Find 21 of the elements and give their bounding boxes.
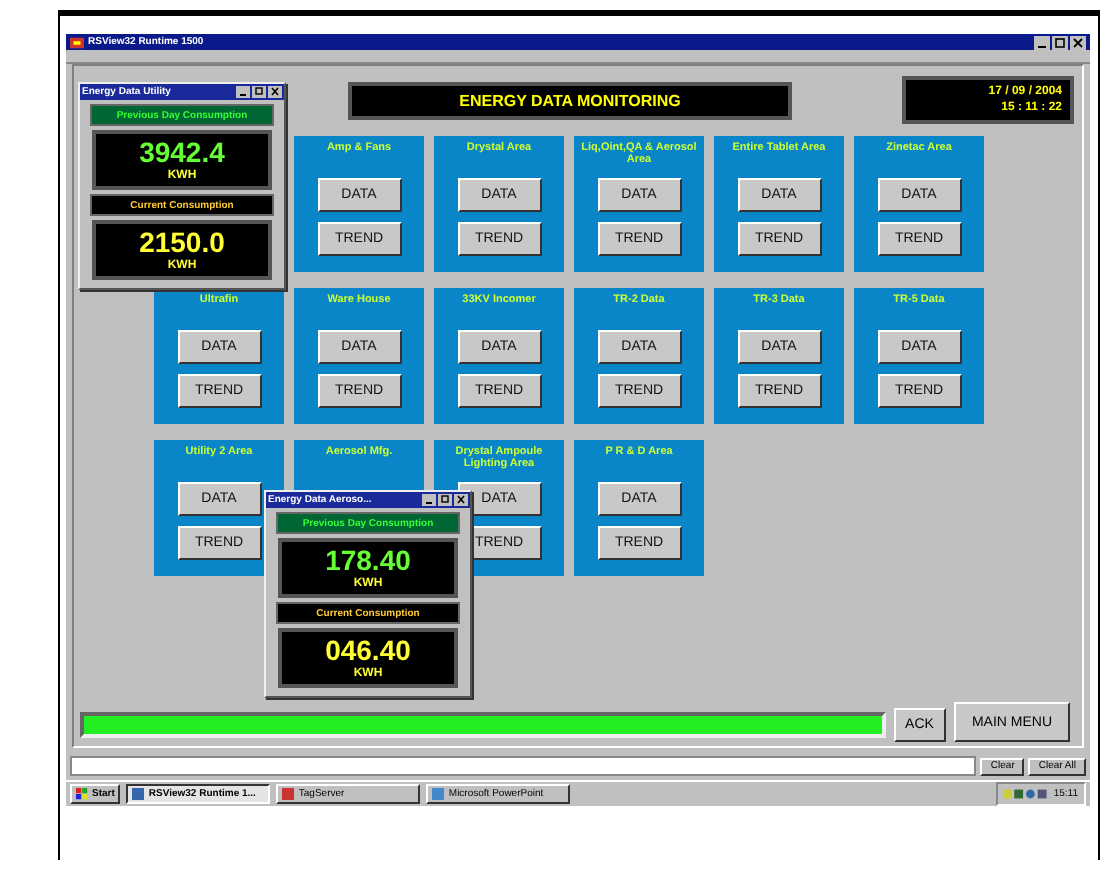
tray-icons-drawing (1003, 788, 1048, 800)
message-field[interactable] (70, 756, 977, 776)
previous-day-value: 178.40 (325, 545, 411, 575)
minimize-icon[interactable] (236, 86, 250, 98)
app-icon (282, 788, 295, 800)
minimize-icon[interactable] (422, 494, 436, 506)
app-icon (432, 788, 445, 800)
maximize-icon[interactable] (1052, 35, 1068, 49)
minimize-icon[interactable] (1034, 35, 1050, 49)
close-icon[interactable] (268, 86, 282, 98)
close-icon[interactable] (454, 494, 468, 506)
maximize-icon[interactable] (252, 86, 266, 98)
maximize-icon[interactable] (438, 494, 452, 506)
display-title: ENERGY DATA MONITORING (348, 82, 792, 120)
previous-day-value: 3942.4 (139, 137, 225, 167)
close-icon[interactable] (1070, 35, 1086, 49)
current-value: 046.40 (325, 635, 411, 665)
app-icon (70, 35, 84, 49)
current-value: 2150.0 (139, 227, 225, 257)
windows-logo-icon (76, 788, 88, 800)
app-icon (132, 788, 145, 800)
